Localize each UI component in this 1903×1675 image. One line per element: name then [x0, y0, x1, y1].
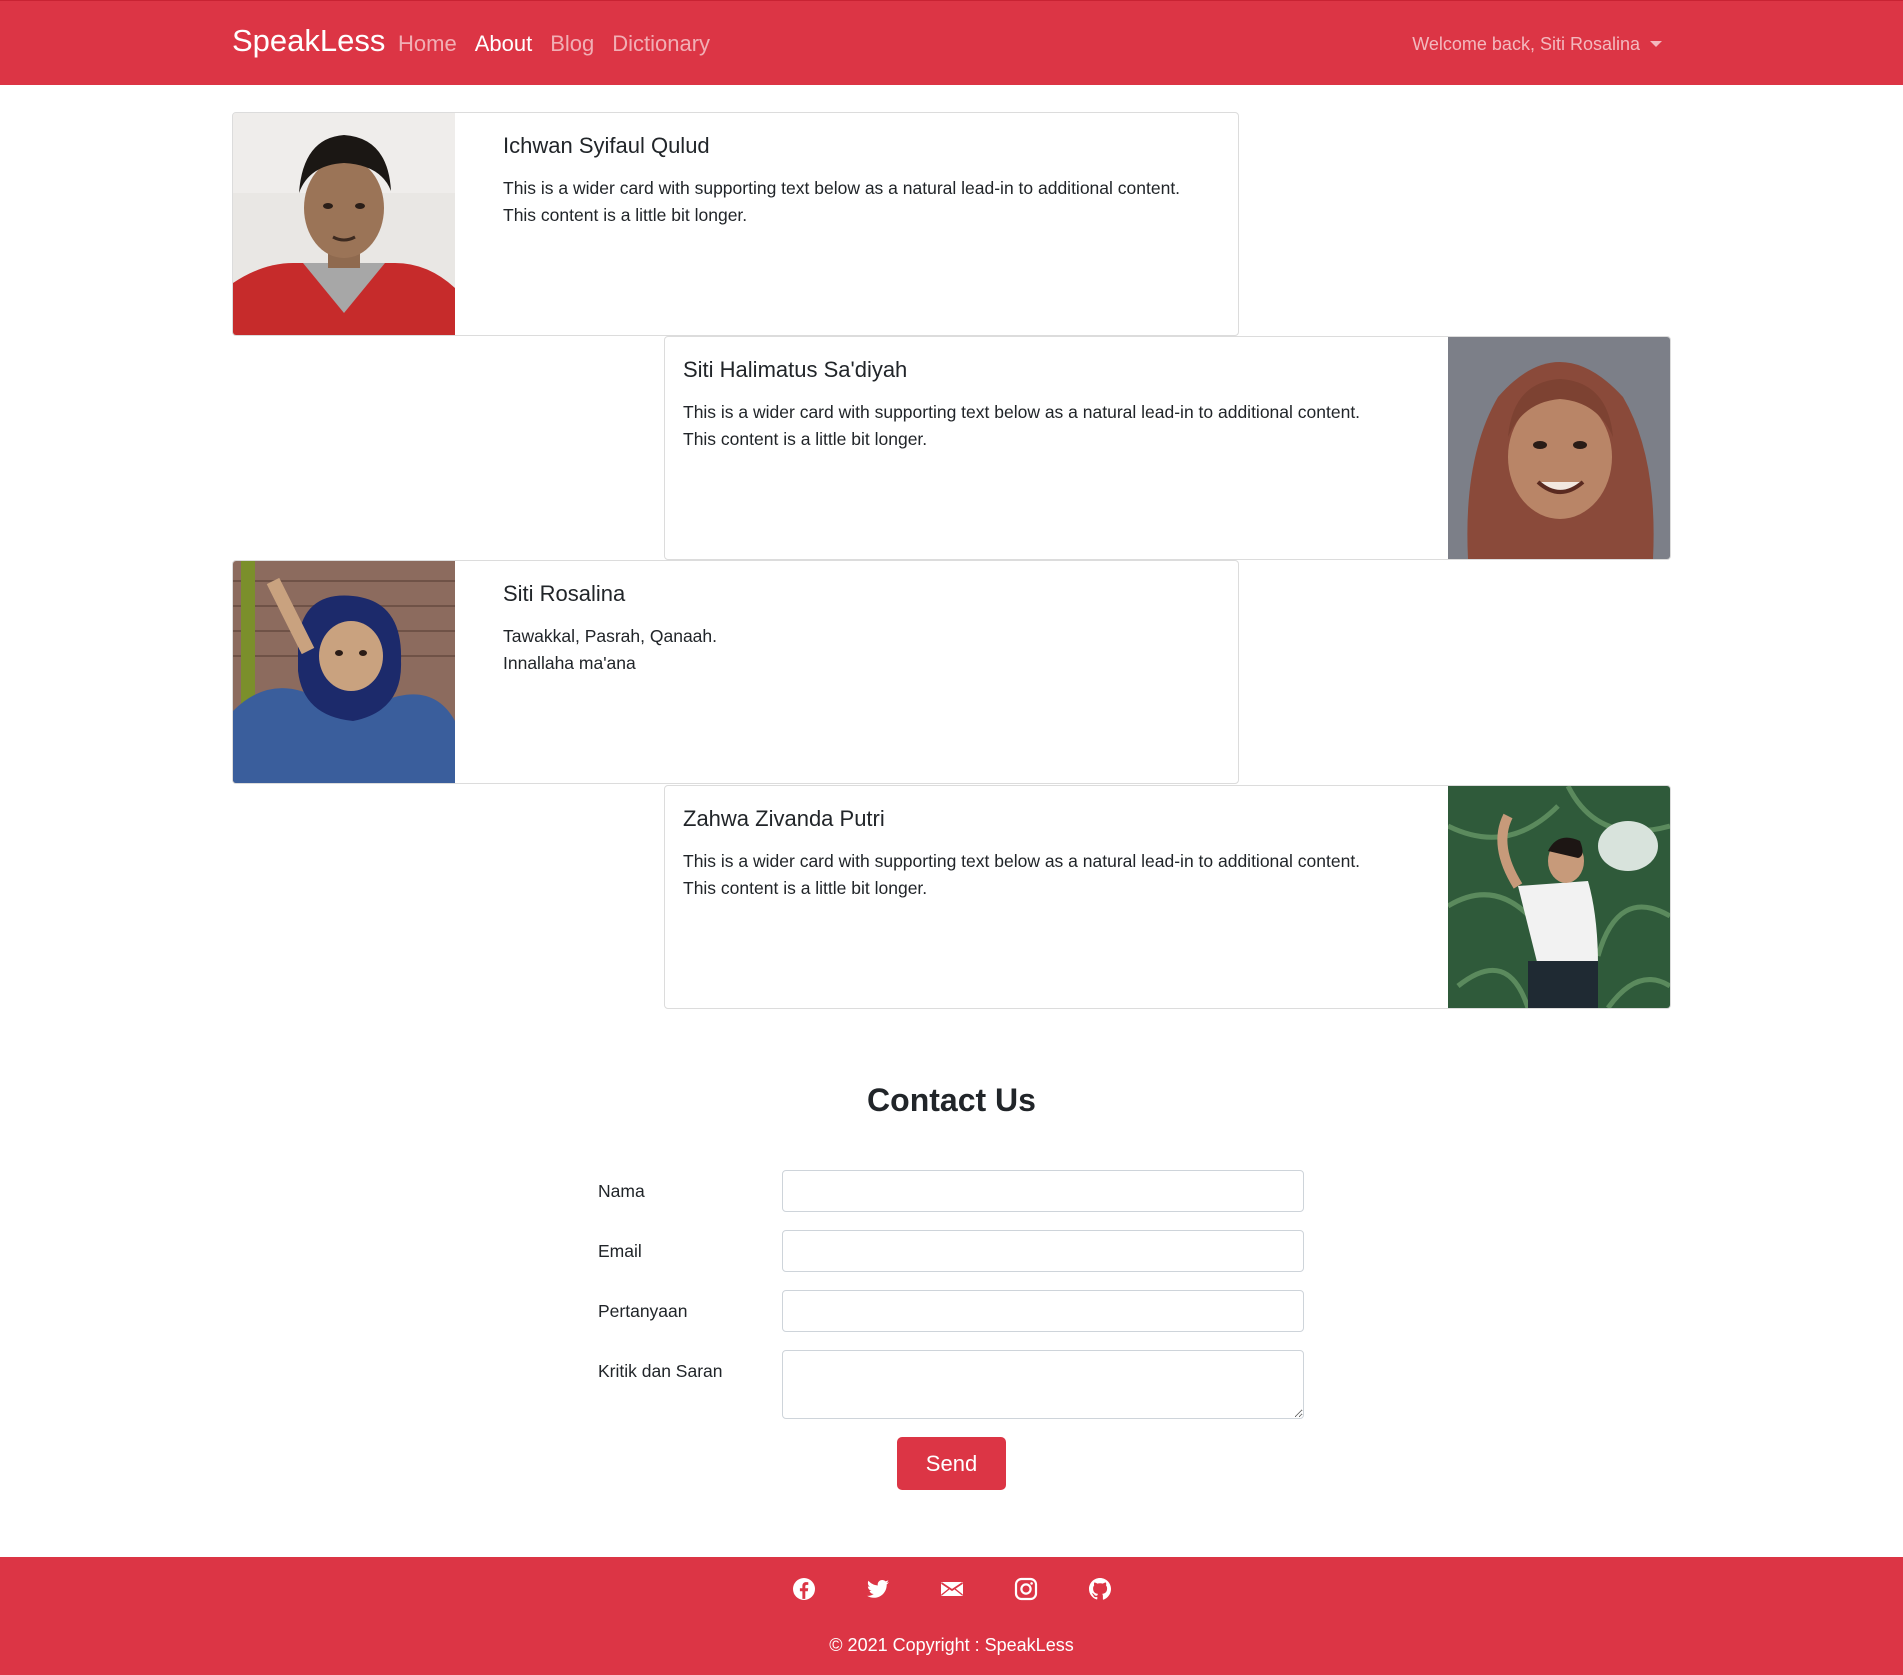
team-card-siti-rosalina: Siti Rosalina Tawakkal, Pasrah, Qanaah. … — [232, 560, 1239, 784]
email-field[interactable] — [782, 1230, 1304, 1272]
user-dropdown[interactable]: Welcome back, Siti Rosalina — [1412, 29, 1662, 59]
nav-link-blog[interactable]: Blog — [550, 27, 594, 61]
email-label: Email — [598, 1241, 642, 1261]
card-title: Siti Halimatus Sa'diyah — [683, 357, 908, 382]
question-field[interactable] — [782, 1290, 1304, 1332]
chevron-down-icon — [1650, 41, 1662, 47]
brand-logo[interactable]: SpeakLess — [232, 21, 385, 61]
question-label: Pertanyaan — [598, 1301, 688, 1321]
social-links — [0, 1577, 1903, 1601]
facebook-icon[interactable] — [792, 1577, 816, 1601]
card-text: Tawakkal, Pasrah, Qanaah. Innallaha ma'a… — [503, 626, 718, 673]
profile-photo — [1448, 786, 1670, 1008]
twitter-icon[interactable] — [866, 1577, 890, 1601]
profile-photo — [1448, 337, 1670, 559]
team-card-siti-halimatus: Siti Halimatus Sa'diyah This is a wider … — [664, 336, 1671, 560]
nav-links: Home About Blog Dictionary — [398, 27, 728, 61]
copyright-text: © 2021 Copyright : SpeakLess — [829, 1635, 1074, 1655]
card-title: Siti Rosalina — [503, 581, 626, 606]
profile-photo — [233, 113, 455, 335]
card-title: Zahwa Zivanda Putri — [683, 806, 885, 831]
nav-link-home[interactable]: Home — [398, 27, 457, 61]
feedback-textarea[interactable] — [782, 1350, 1304, 1419]
contact-title: Contact Us — [867, 1082, 1036, 1118]
card-body: Siti Rosalina Tawakkal, Pasrah, Qanaah. … — [503, 561, 717, 677]
send-button[interactable]: Send — [897, 1437, 1006, 1490]
name-field[interactable] — [782, 1170, 1304, 1212]
profile-photo — [233, 561, 455, 783]
card-body: Siti Halimatus Sa'diyah This is a wider … — [683, 337, 1360, 453]
card-text: This is a wider card with supporting tex… — [683, 402, 1361, 449]
card-text: This is a wider card with supporting tex… — [683, 851, 1361, 898]
name-label: Nama — [598, 1181, 645, 1201]
mail-icon[interactable] — [940, 1577, 964, 1601]
nav-link-dictionary[interactable]: Dictionary — [612, 27, 710, 61]
card-title: Ichwan Syifaul Qulud — [503, 133, 710, 158]
team-card-ichwan: Ichwan Syifaul Qulud This is a wider car… — [232, 112, 1239, 336]
card-body: Zahwa Zivanda Putri This is a wider card… — [683, 786, 1360, 902]
feedback-label: Kritik dan Saran — [598, 1361, 723, 1381]
card-body: Ichwan Syifaul Qulud This is a wider car… — [503, 113, 1180, 229]
footer: © 2021 Copyright : SpeakLess — [0, 1557, 1903, 1675]
card-text: This is a wider card with supporting tex… — [503, 178, 1181, 225]
user-greeting: Welcome back, Siti Rosalina — [1412, 34, 1640, 54]
navbar: SpeakLess Home About Blog Dictionary Wel… — [0, 0, 1903, 85]
nav-link-about[interactable]: About — [475, 27, 533, 61]
github-icon[interactable] — [1088, 1577, 1112, 1601]
team-card-zahwa: Zahwa Zivanda Putri This is a wider card… — [664, 785, 1671, 1009]
instagram-icon[interactable] — [1014, 1577, 1038, 1601]
